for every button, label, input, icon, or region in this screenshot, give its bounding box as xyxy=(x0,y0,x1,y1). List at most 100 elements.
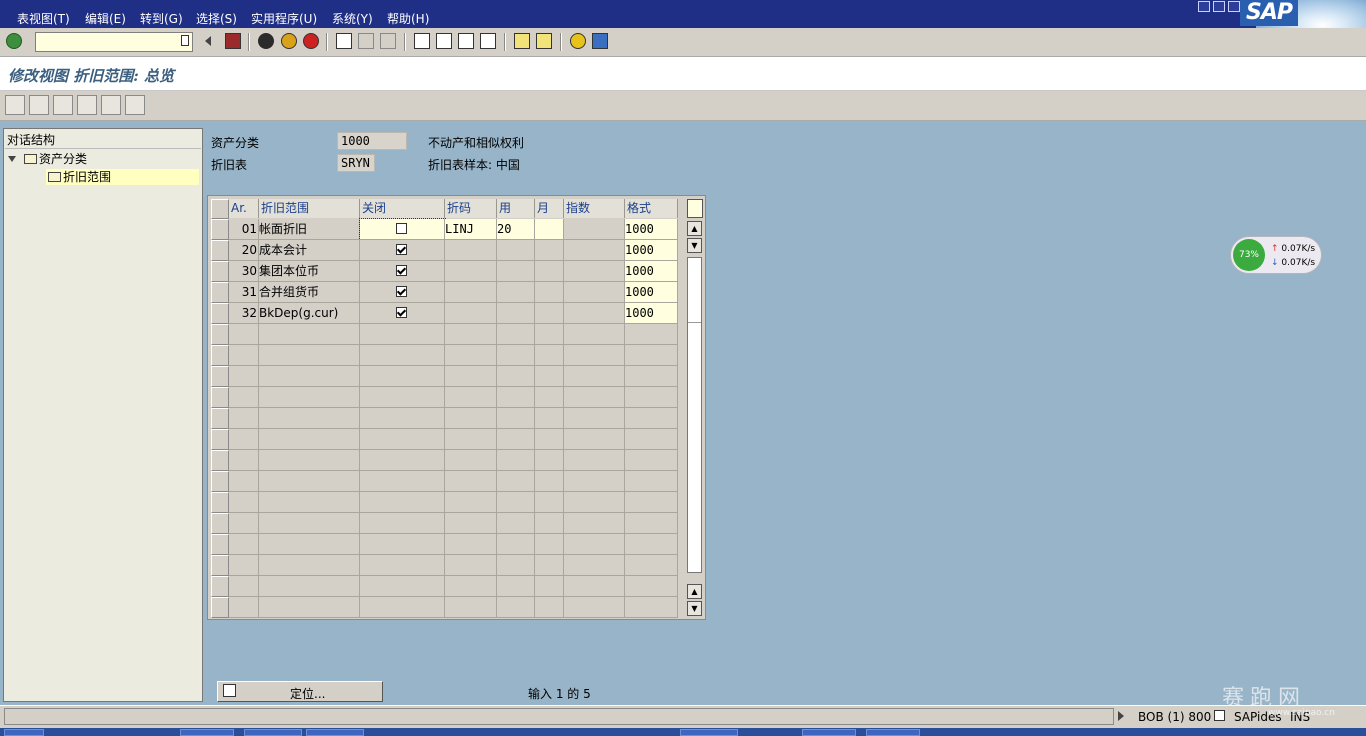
taskbar-item[interactable] xyxy=(244,729,302,736)
empty-table-row[interactable] xyxy=(229,324,678,345)
exit-icon[interactable] xyxy=(281,33,297,49)
empty-table-row[interactable] xyxy=(229,450,678,471)
empty-table-row[interactable] xyxy=(229,345,678,366)
previous-page-icon[interactable] xyxy=(436,33,452,49)
taskbar-item[interactable] xyxy=(866,729,920,736)
row-selector[interactable] xyxy=(211,513,229,534)
row-selector[interactable] xyxy=(211,366,229,387)
position-button[interactable]: 定位... xyxy=(217,681,383,702)
column-header-layout[interactable]: 格式 xyxy=(625,199,678,218)
row-selector[interactable] xyxy=(211,471,229,492)
taskbar-item[interactable] xyxy=(306,729,364,736)
select-all-icon[interactable] xyxy=(125,95,145,115)
last-page-icon[interactable] xyxy=(480,33,496,49)
expand-arrow-icon[interactable] xyxy=(8,156,16,162)
empty-table-row[interactable] xyxy=(229,576,678,597)
help-icon[interactable] xyxy=(570,33,586,49)
status-expand-icon[interactable] xyxy=(1118,711,1124,721)
cell-month[interactable] xyxy=(535,219,564,240)
cell-layout[interactable]: 1000 xyxy=(625,240,678,261)
scroll-up-icon[interactable]: ▲ xyxy=(687,221,702,236)
cell-use[interactable]: 20 xyxy=(497,219,535,240)
cell-key[interactable]: LINJ xyxy=(445,219,497,240)
column-header-ar[interactable]: Ar. xyxy=(229,199,259,218)
customize-layout-icon[interactable] xyxy=(592,33,608,49)
empty-table-row[interactable] xyxy=(229,534,678,555)
column-header-month[interactable]: 月 xyxy=(535,199,564,218)
taskbar-item[interactable] xyxy=(802,729,856,736)
column-header-index[interactable]: 指数 xyxy=(564,199,625,218)
find-icon[interactable] xyxy=(358,33,374,49)
empty-table-row[interactable] xyxy=(229,429,678,450)
empty-table-row[interactable] xyxy=(229,366,678,387)
row-selector[interactable] xyxy=(211,303,229,324)
cell-layout[interactable]: 1000 xyxy=(625,282,678,303)
closed-checkbox[interactable] xyxy=(396,307,407,318)
next-entry-icon[interactable] xyxy=(101,95,121,115)
taskbar-item[interactable] xyxy=(680,729,738,736)
scroll-down-page-icon[interactable]: ▼ xyxy=(687,238,702,253)
print-icon[interactable] xyxy=(336,33,352,49)
new-session-icon[interactable] xyxy=(514,33,530,49)
minimize-button[interactable] xyxy=(1198,1,1210,12)
cell-closed[interactable] xyxy=(359,218,446,241)
close-window-button[interactable] xyxy=(1228,1,1240,12)
menu-system[interactable]: 系统(Y) xyxy=(332,10,373,27)
display-change-icon[interactable] xyxy=(5,95,25,115)
menu-help[interactable]: 帮助(H) xyxy=(387,10,429,27)
cancel-icon[interactable] xyxy=(303,33,319,49)
command-field[interactable] xyxy=(35,32,193,52)
row-selector[interactable] xyxy=(211,261,229,282)
menu-utilities[interactable]: 实用程序(U) xyxy=(251,10,317,27)
empty-table-row[interactable] xyxy=(229,471,678,492)
select-all-rows-button[interactable] xyxy=(211,199,229,219)
details-icon[interactable] xyxy=(29,95,49,115)
scroll-track[interactable] xyxy=(687,257,702,573)
row-selector[interactable] xyxy=(211,324,229,345)
row-selector[interactable] xyxy=(211,576,229,597)
row-selector[interactable] xyxy=(211,387,229,408)
column-config-icon[interactable] xyxy=(687,199,703,218)
closed-checkbox[interactable] xyxy=(396,265,407,276)
menu-goto[interactable]: 转到(G) xyxy=(140,10,183,27)
row-selector[interactable] xyxy=(211,408,229,429)
collapse-arrow-icon[interactable] xyxy=(205,36,211,46)
empty-table-row[interactable] xyxy=(229,492,678,513)
scroll-thumb[interactable] xyxy=(688,258,701,323)
cell-layout[interactable]: 1000 xyxy=(625,303,678,324)
column-header-use[interactable]: 用 xyxy=(497,199,535,218)
taskbar-item[interactable] xyxy=(4,729,44,736)
enter-icon[interactable] xyxy=(6,33,22,49)
menu-table-view[interactable]: 表视图(T) xyxy=(17,10,70,27)
previous-entry-icon[interactable] xyxy=(77,95,97,115)
closed-checkbox[interactable] xyxy=(396,286,407,297)
cell-layout[interactable]: 1000 xyxy=(625,261,678,282)
column-header-dep-area[interactable]: 折旧范围 xyxy=(259,199,360,218)
cell-layout[interactable]: 1000 xyxy=(625,219,678,240)
empty-table-row[interactable] xyxy=(229,513,678,534)
row-selector[interactable] xyxy=(211,219,229,240)
closed-checkbox[interactable] xyxy=(396,244,407,255)
scroll-bottom-icon[interactable]: ▼ xyxy=(687,601,702,616)
command-history-icon[interactable] xyxy=(181,35,189,46)
empty-table-row[interactable] xyxy=(229,387,678,408)
row-selector[interactable] xyxy=(211,492,229,513)
closed-checkbox[interactable] xyxy=(396,223,407,234)
next-page-icon[interactable] xyxy=(458,33,474,49)
maximize-button[interactable] xyxy=(1213,1,1225,12)
row-selector[interactable] xyxy=(211,534,229,555)
row-selector[interactable] xyxy=(211,240,229,261)
empty-table-row[interactable] xyxy=(229,408,678,429)
row-selector[interactable] xyxy=(211,345,229,366)
row-selector[interactable] xyxy=(211,597,229,618)
empty-table-row[interactable] xyxy=(229,597,678,618)
first-page-icon[interactable] xyxy=(414,33,430,49)
undo-change-icon[interactable] xyxy=(53,95,73,115)
menu-select[interactable]: 选择(S) xyxy=(196,10,237,27)
taskbar-item[interactable] xyxy=(180,729,234,736)
save-icon[interactable] xyxy=(225,33,241,49)
tree-node-depreciation-areas[interactable]: 折旧范围 xyxy=(46,169,199,185)
row-selector[interactable] xyxy=(211,282,229,303)
menu-edit[interactable]: 编辑(E) xyxy=(85,10,126,27)
column-header-dep-key[interactable]: 折码 xyxy=(445,199,497,218)
